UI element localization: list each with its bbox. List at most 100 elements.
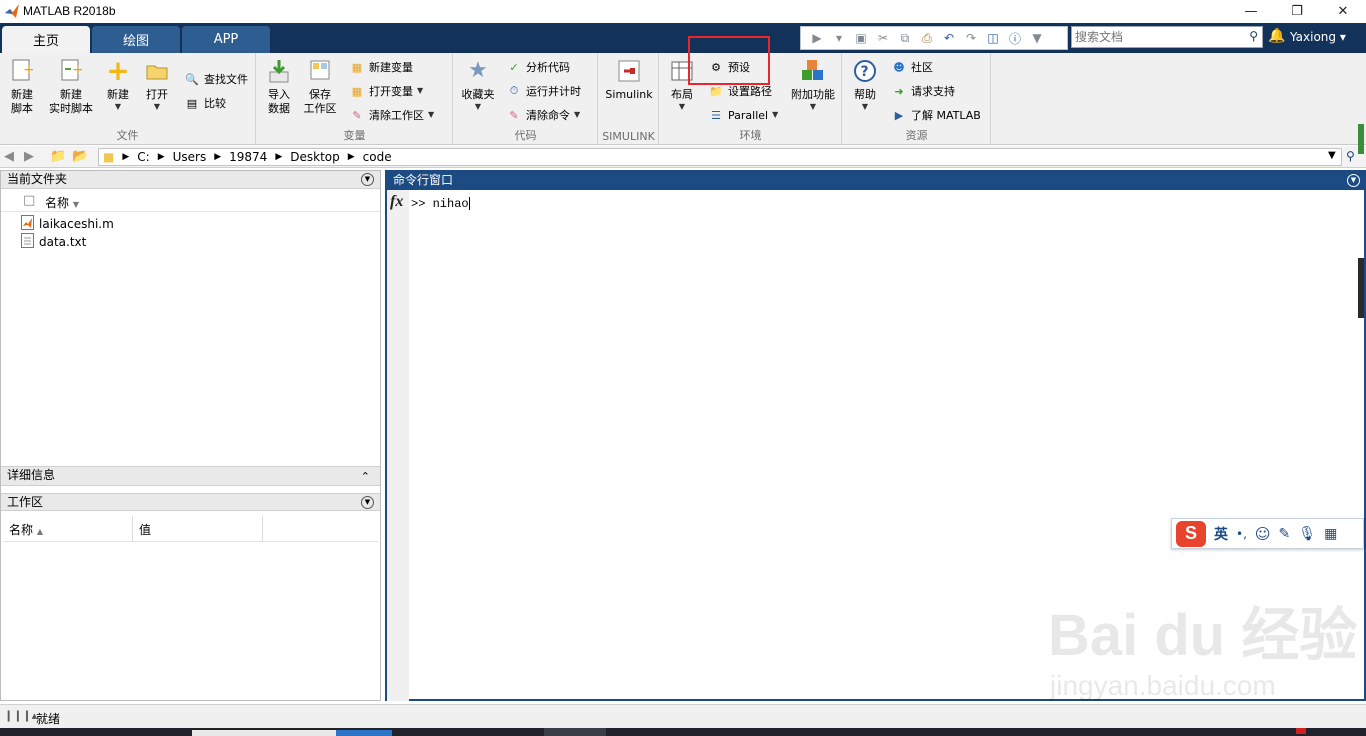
details-header[interactable]: 详细信息 ⌃ xyxy=(1,466,380,486)
search-folder-icon[interactable]: ⚲ xyxy=(1346,149,1355,163)
favorites-button[interactable]: ★ 收藏夹 ▼ xyxy=(460,57,496,112)
minimize-button[interactable]: — xyxy=(1228,0,1274,23)
help-icon[interactable]: ⓘ xyxy=(1005,29,1025,47)
separator-icon: ▶ xyxy=(122,152,130,162)
left-panel: 当前文件夹 ▼ □ 名称 ▼ laikaceshi.m data.txt 详细信… xyxy=(0,170,381,701)
run-icon[interactable]: ▶ xyxy=(807,29,827,47)
microphone-icon[interactable]: 🎙 xyxy=(1298,526,1316,542)
tray-icon[interactable] xyxy=(1296,728,1306,734)
taskbar-item[interactable] xyxy=(192,730,336,736)
right-edge-scrollbar[interactable] xyxy=(1356,124,1366,324)
file-type-icon: □ xyxy=(23,193,36,208)
panel-menu-icon[interactable]: ▼ xyxy=(361,496,374,509)
up-folder-icon[interactable]: 📁 xyxy=(50,149,66,164)
open-variable-button[interactable]: ▦ 打开变量 ▼ xyxy=(349,81,423,101)
new-live-script-icon: + xyxy=(58,57,84,85)
new-variable-button[interactable]: ▦ 新建变量 xyxy=(349,57,413,77)
fx-icon[interactable]: fx xyxy=(390,193,403,211)
dropdown-icon[interactable]: ▾ xyxy=(829,29,849,47)
search-input[interactable] xyxy=(1072,27,1240,47)
analyze-code-button[interactable]: ✓ 分析代码 xyxy=(506,57,570,77)
clear-workspace-button[interactable]: ✎ 清除工作区 ▼ xyxy=(349,105,434,125)
restore-button[interactable]: ❐ xyxy=(1274,0,1320,23)
new-live-script-button[interactable]: + 新建 实时脚本 xyxy=(44,57,98,116)
watermark-url: jingyan.baidu.com xyxy=(1050,670,1276,701)
open-variable-label: 打开变量 xyxy=(369,85,413,98)
window-title: MATLAB R2018b xyxy=(23,4,116,18)
command-gutter xyxy=(387,190,409,701)
set-path-label: 设置路径 xyxy=(728,85,772,98)
chevron-down-icon: ▼ xyxy=(574,110,581,119)
request-support-button[interactable]: ➜ 请求支持 xyxy=(891,81,955,101)
expand-icon[interactable]: ▼ xyxy=(1027,29,1047,47)
cut-icon[interactable]: ✂ xyxy=(873,29,893,47)
path-segment[interactable]: Users xyxy=(173,150,207,164)
save-workspace-button[interactable]: 保存 工作区 xyxy=(303,57,337,116)
tab-home[interactable]: 主页 xyxy=(2,26,90,53)
search-icon[interactable]: ⚲ xyxy=(1249,29,1258,43)
file-item[interactable]: data.txt xyxy=(21,233,86,251)
new-script-icon: + xyxy=(9,57,35,85)
file-item[interactable]: laikaceshi.m xyxy=(21,215,114,233)
taskbar-item[interactable] xyxy=(544,728,606,736)
user-menu[interactable]: Yaxiong ▾ xyxy=(1290,30,1346,44)
close-button[interactable]: ✕ xyxy=(1320,0,1366,23)
emoji-icon[interactable]: ☺ xyxy=(1255,525,1271,543)
path-segment[interactable]: C: xyxy=(137,150,149,164)
switch-windows-icon[interactable]: ◫ xyxy=(983,29,1003,47)
path-segment[interactable]: code xyxy=(363,150,392,164)
simulink-button[interactable]: Simulink xyxy=(605,57,653,102)
new-script-label: 新建 脚本 xyxy=(11,88,33,115)
find-files-label: 查找文件 xyxy=(204,73,248,86)
new-script-button[interactable]: + 新建 脚本 xyxy=(6,57,38,116)
import-data-button[interactable]: 导入 数据 xyxy=(265,57,293,116)
command-line[interactable]: >> nihao xyxy=(411,197,470,211)
current-folder-path[interactable]: ■ ▶ C: ▶ Users ▶ 19874 ▶ Desktop ▶ code xyxy=(98,148,1342,166)
learn-matlab-button[interactable]: ▶ 了解 MATLAB xyxy=(891,105,981,125)
taskbar-item[interactable] xyxy=(336,730,392,736)
add-ons-button[interactable]: 附加功能 ▼ xyxy=(788,57,838,112)
sogou-logo-icon[interactable]: S xyxy=(1176,520,1206,547)
save-icon[interactable]: ▣ xyxy=(851,29,871,47)
back-icon[interactable]: ◀ xyxy=(4,149,14,164)
pen-icon[interactable]: ✎ xyxy=(1279,526,1291,542)
workspace-table-header: 名称 ▲ 值 xyxy=(3,516,378,542)
workspace-value-column[interactable]: 值 xyxy=(139,521,151,538)
ime-punctuation[interactable]: •, xyxy=(1236,527,1247,541)
tab-plots[interactable]: 绘图 xyxy=(92,26,180,53)
status-bars-icon[interactable]: ❙❙❙▴ xyxy=(4,709,37,722)
path-dropdown-icon[interactable]: ▼ xyxy=(1328,150,1336,161)
chevron-up-icon[interactable]: ⌃ xyxy=(361,468,370,485)
file-name: laikaceshi.m xyxy=(39,217,114,231)
name-column-header[interactable]: 名称 ▼ xyxy=(45,194,79,211)
grid-icon[interactable]: ▦ xyxy=(1324,526,1337,542)
help-button[interactable]: ? 帮助 ▼ xyxy=(849,57,881,112)
workspace-name-column[interactable]: 名称 ▲ xyxy=(9,521,43,538)
paste-icon[interactable]: ⎙ xyxy=(917,29,937,47)
bell-icon[interactable]: 🔔 xyxy=(1268,28,1285,44)
community-button[interactable]: ☻ 社区 xyxy=(891,57,933,77)
star-icon: ★ xyxy=(468,58,488,83)
undo-icon[interactable]: ↶ xyxy=(939,29,959,47)
browse-folder-icon[interactable]: 📂 xyxy=(72,149,88,164)
clear-commands-button[interactable]: ✎ 清除命令 ▼ xyxy=(506,105,580,125)
panel-menu-icon[interactable]: ▼ xyxy=(361,173,374,186)
open-button[interactable]: 打开 ▼ xyxy=(142,57,172,112)
tab-apps[interactable]: APP xyxy=(182,26,270,53)
new-button[interactable]: + 新建 ▼ xyxy=(104,57,132,112)
scroll-thumb[interactable] xyxy=(1358,258,1364,318)
tab-apps-label: APP xyxy=(213,32,239,47)
matlab-logo-icon xyxy=(5,4,19,18)
path-segment[interactable]: Desktop xyxy=(290,150,340,164)
path-segment[interactable]: 19874 xyxy=(229,150,267,164)
compare-button[interactable]: ▤ 比较 xyxy=(184,93,226,113)
scroll-thumb-top[interactable] xyxy=(1358,124,1364,154)
ime-language[interactable]: 英 xyxy=(1214,524,1228,544)
run-and-time-button[interactable]: ⏱ 运行并计时 xyxy=(506,81,581,101)
parallel-button[interactable]: ☰ Parallel ▼ xyxy=(708,105,778,125)
redo-icon[interactable]: ↷ xyxy=(961,29,981,47)
forward-icon[interactable]: ▶ xyxy=(24,149,34,164)
search-documentation[interactable]: ⚲ xyxy=(1071,26,1263,48)
copy-icon[interactable]: ⧉ xyxy=(895,29,915,47)
find-files-button[interactable]: 🔍 查找文件 xyxy=(184,69,248,89)
